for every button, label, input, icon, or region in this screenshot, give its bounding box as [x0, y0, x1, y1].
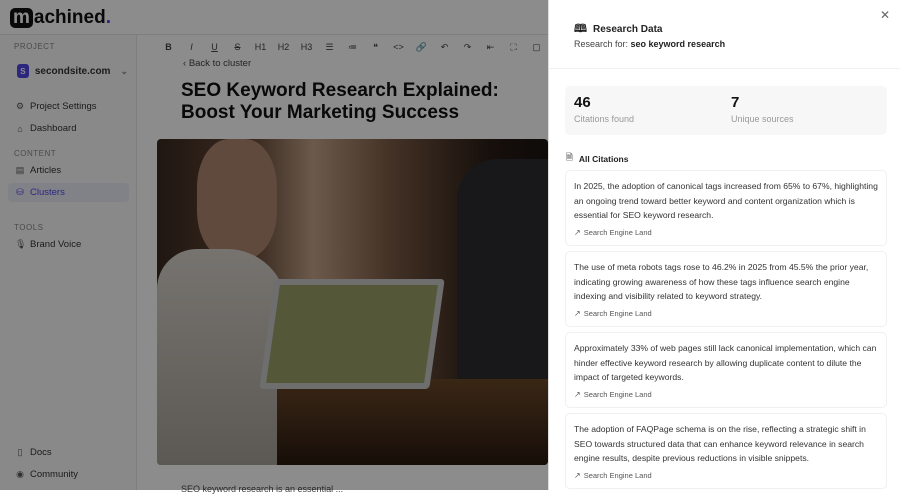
stats-box: 46 Citations found 7 Unique sources [565, 86, 887, 135]
external-link-icon: ↗ [574, 227, 581, 237]
stat-citations: 46 Citations found [574, 94, 634, 124]
panel-title: Research Data [592, 24, 663, 35]
all-citations-label: All Citations [578, 154, 629, 164]
external-link-icon: ↗ [574, 389, 581, 399]
stat-label: Unique sources [731, 114, 794, 124]
citation-source-link[interactable]: ↗ Search Engine Land [574, 228, 878, 237]
citation-text: The adoption of FAQPage schema is on the… [574, 424, 866, 463]
citation-source-link[interactable]: ↗ Search Engine Land [574, 390, 878, 399]
subtitle-prefix: Research for: [574, 39, 631, 49]
citation-card: Approximately 33% of web pages still lac… [565, 332, 887, 408]
stat-sources: 7 Unique sources [731, 94, 794, 124]
divider [549, 68, 900, 69]
source-label: Search Engine Land [583, 470, 652, 480]
citation-source-link[interactable]: ↗ Search Engine Land [574, 471, 878, 480]
app: m achined. PROJECT Ssecondsite.com ⌄ ⚙ Proj… [0, 0, 900, 494]
research-data-panel: ✕ 🕮 Research Data Research for: seo keywo… [548, 0, 900, 490]
citation-card: The use of meta robots tags rose to 46.2… [565, 251, 887, 327]
book-open-icon: 🕮 [574, 23, 587, 35]
source-label: Search Engine Land [583, 308, 652, 318]
external-link-icon: ↗ [574, 308, 581, 318]
citation-text: The use of meta robots tags rose to 46.2… [574, 262, 869, 301]
citations-list: In 2025, the adoption of canonical tags … [565, 170, 887, 494]
citation-card: The adoption of FAQPage schema is on the… [565, 413, 887, 489]
stat-value: 46 [574, 94, 591, 111]
research-keyword: seo keyword research [630, 39, 726, 49]
close-icon[interactable]: ✕ [880, 8, 890, 22]
source-label: Search Engine Land [583, 227, 652, 237]
modal-backdrop[interactable] [0, 0, 548, 490]
source-label: Search Engine Land [583, 389, 652, 399]
stat-value: 7 [731, 94, 740, 111]
panel-header: 🕮 Research Data [574, 20, 662, 39]
panel-subtitle: Research for: seo keyword research [574, 39, 725, 49]
document-icon: 🗎 [566, 152, 573, 162]
all-citations-heading: 🗎 All Citations [566, 152, 628, 166]
citation-source-link[interactable]: ↗ Search Engine Land [574, 309, 878, 318]
citation-card: In 2025, the adoption of canonical tags … [565, 170, 887, 246]
citation-text: Approximately 33% of web pages still lac… [574, 343, 877, 382]
external-link-icon: ↗ [574, 470, 581, 480]
stat-label: Citations found [574, 114, 635, 124]
citation-text: In 2025, the adoption of canonical tags … [574, 181, 878, 220]
